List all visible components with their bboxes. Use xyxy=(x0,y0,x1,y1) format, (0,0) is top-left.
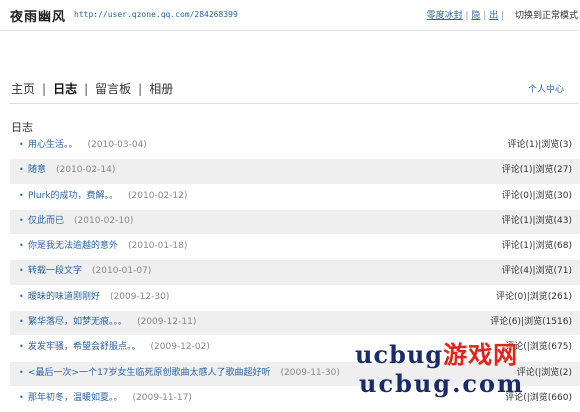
post-title-link[interactable]: 仅此而已 (2010-02-10) xyxy=(28,210,133,232)
post-date: (2009-11-17) xyxy=(132,392,192,403)
post-stats: 评论(1)|浏览(3) xyxy=(507,140,572,150)
tab-album[interactable]: 相册 xyxy=(149,82,173,96)
views-link[interactable]: 浏览(43) xyxy=(536,216,572,226)
comments-link[interactable]: 评论( xyxy=(505,342,527,352)
post-title-link[interactable]: 暧昧的味道刚刚好 (2009-12-30) xyxy=(28,286,169,308)
comments-link[interactable]: 评论(6) xyxy=(490,317,521,327)
bullet-icon: • xyxy=(19,165,24,175)
nav-divider xyxy=(10,103,578,104)
post-stats: 评论(0)|浏览(261) xyxy=(496,291,572,302)
post-row: • <最后一次>一个17岁女生临死原创歌曲太感人了歌曲超好听 (2009-11-3… xyxy=(10,361,580,387)
post-title-link[interactable]: 你是我无法逾越的意外 (2010-01-18) xyxy=(28,235,187,257)
nav-separator: | xyxy=(42,82,47,96)
bullet-icon: • xyxy=(19,266,24,276)
post-stats: 评论(|浏览(660) xyxy=(505,392,572,403)
bullet-icon: • xyxy=(19,317,24,327)
post-title-link[interactable]: <最后一次>一个17岁女生临死原创歌曲太感人了歌曲超好听 (2009-11-30) xyxy=(28,362,340,384)
post-date: (2009-12-02) xyxy=(150,342,210,353)
link-separator: | xyxy=(480,11,490,21)
main-nav: 主页 | 日志 | 留言板 | 相册 xyxy=(11,80,173,97)
tab-home[interactable]: 主页 xyxy=(11,82,35,96)
post-stats: 评论(4)|浏览(71) xyxy=(501,266,572,277)
switch-mode-link[interactable]: 切换到正常模式 xyxy=(515,11,578,21)
post-row: • 随意 (2010-02-14) 评论(1)|浏览(27) xyxy=(10,159,580,185)
link-separator: | xyxy=(498,11,507,21)
post-stats: 评论(0)|浏览(30) xyxy=(501,190,572,201)
post-list: • 用心生活。。 (2010-03-04) 评论(1)|浏览(3) • 随意 (20… xyxy=(10,134,580,412)
bullet-icon: • xyxy=(19,291,24,301)
site-title[interactable]: 夜雨幽风 xyxy=(10,6,66,25)
bullet-icon: • xyxy=(19,241,24,251)
bullet-icon: • xyxy=(19,367,24,377)
zero-ice-link[interactable]: 零度冰封 xyxy=(427,11,463,21)
comments-link[interactable]: 评论(1) xyxy=(507,140,538,150)
post-row: • 仅此而已 (2010-02-10) 评论(1)|浏览(43) xyxy=(10,209,580,236)
views-link[interactable]: 浏览(27) xyxy=(536,165,572,175)
post-row: • 用心生活。。 (2010-03-04) 评论(1)|浏览(3) xyxy=(10,134,580,160)
post-stats: 评论(1)|浏览(68) xyxy=(501,241,572,252)
views-link[interactable]: 浏览(71) xyxy=(536,266,572,276)
comments-link[interactable]: 评论(0) xyxy=(496,292,527,302)
post-date: (2010-02-12) xyxy=(128,190,188,201)
views-link[interactable]: 浏览(675) xyxy=(530,342,572,352)
top-bar: 夜雨幽风 http://user.qzone.qq.com/284268399 … xyxy=(0,0,580,30)
post-stats: 评论(|浏览(675) xyxy=(505,342,572,353)
post-date: (2010-03-04) xyxy=(87,140,147,150)
exit-link[interactable]: 出 xyxy=(489,11,498,21)
post-title-link[interactable]: 用心生活。。 (2010-03-04) xyxy=(28,134,147,156)
comments-link[interactable]: 评论(4) xyxy=(502,266,533,276)
post-row: • 繁华落尽，如梦无痕。。。 (2009-12-11) 评论(6)|浏览(1516… xyxy=(10,311,580,337)
views-link[interactable]: 浏览(660) xyxy=(530,393,572,403)
post-date: (2009-11-30) xyxy=(280,367,340,378)
post-date: (2009-12-30) xyxy=(110,291,170,302)
post-title-link[interactable]: 随意 (2010-02-14) xyxy=(28,159,115,181)
views-link[interactable]: 浏览(30) xyxy=(536,191,572,201)
comments-link[interactable]: 评论(1) xyxy=(502,216,533,226)
views-link[interactable]: 浏览(68) xyxy=(536,241,572,251)
comments-link[interactable]: 评论( xyxy=(517,368,539,378)
site-url[interactable]: http://user.qzone.qq.com/284268399 xyxy=(74,10,238,19)
tab-blog[interactable]: 日志 xyxy=(53,82,77,96)
post-stats: 评论(1)|浏览(43) xyxy=(501,215,572,226)
post-title-link[interactable]: 发发牢骚，希望会舒服点。。 (2009-12-02) xyxy=(28,336,210,358)
post-date: (2010-02-14) xyxy=(56,165,116,176)
comments-link[interactable]: 评论( xyxy=(505,393,527,403)
views-link[interactable]: 浏览(261) xyxy=(530,292,572,302)
bullet-icon: • xyxy=(19,392,24,402)
bullet-icon: • xyxy=(19,140,24,149)
nav-separator: | xyxy=(84,82,89,96)
post-row: • 发发牢骚，希望会舒服点。。 (2009-12-02) 评论(|浏览(675) xyxy=(10,336,580,362)
section-title: 日志 xyxy=(11,121,33,134)
views-link[interactable]: 浏览(3) xyxy=(541,140,572,150)
post-date: (2010-01-07) xyxy=(92,266,152,277)
post-row: • Plurk的成功，费解。。 (2010-02-12) 评论(0)|浏览(30) xyxy=(10,185,580,210)
views-link[interactable]: 浏览(2) xyxy=(541,368,572,378)
bullet-icon: • xyxy=(19,215,24,225)
post-date: (2010-01-18) xyxy=(128,241,188,252)
bullet-icon: • xyxy=(19,342,24,352)
post-stats: 评论(1)|浏览(27) xyxy=(501,165,572,176)
post-row: • 那年初冬，温暖如夏。。 (2009-11-17) 评论(|浏览(660) xyxy=(10,387,580,412)
comments-link[interactable]: 评论(1) xyxy=(502,165,533,175)
header-divider xyxy=(0,30,580,31)
post-title-link[interactable]: 转载一段文字 (2010-01-07) xyxy=(28,260,151,282)
comments-link[interactable]: 评论(0) xyxy=(502,191,533,201)
post-title-link[interactable]: Plurk的成功，费解。。 (2010-02-12) xyxy=(28,185,187,207)
post-stats: 评论(|浏览(2) xyxy=(516,367,572,378)
personal-center-link[interactable]: 个人中心 xyxy=(528,82,564,95)
top-links: 零度冰封 | 隐 | 出 | 切换到正常模式 xyxy=(427,8,578,21)
tab-guestbook[interactable]: 留言板 xyxy=(95,82,131,96)
views-link[interactable]: 浏览(1516) xyxy=(524,317,572,327)
nav-separator: | xyxy=(138,82,143,96)
post-title-link[interactable]: 那年初冬，温暖如夏。。 (2009-11-17) xyxy=(28,387,192,409)
post-row: • 暧昧的味道刚刚好 (2009-12-30) 评论(0)|浏览(261) xyxy=(10,286,580,312)
bullet-icon: • xyxy=(19,190,24,200)
post-date: (2010-02-10) xyxy=(74,215,134,226)
post-stats: 评论(6)|浏览(1516) xyxy=(490,317,572,328)
post-row: • 你是我无法逾越的意外 (2010-01-18) 评论(1)|浏览(68) xyxy=(10,235,580,261)
post-date: (2009-12-11) xyxy=(137,317,197,328)
comments-link[interactable]: 评论(1) xyxy=(502,241,533,251)
post-row: • 转载一段文字 (2010-01-07) 评论(4)|浏览(71) xyxy=(10,260,580,286)
post-title-link[interactable]: 繁华落尽，如梦无痕。。。 (2009-12-11) xyxy=(28,311,196,333)
